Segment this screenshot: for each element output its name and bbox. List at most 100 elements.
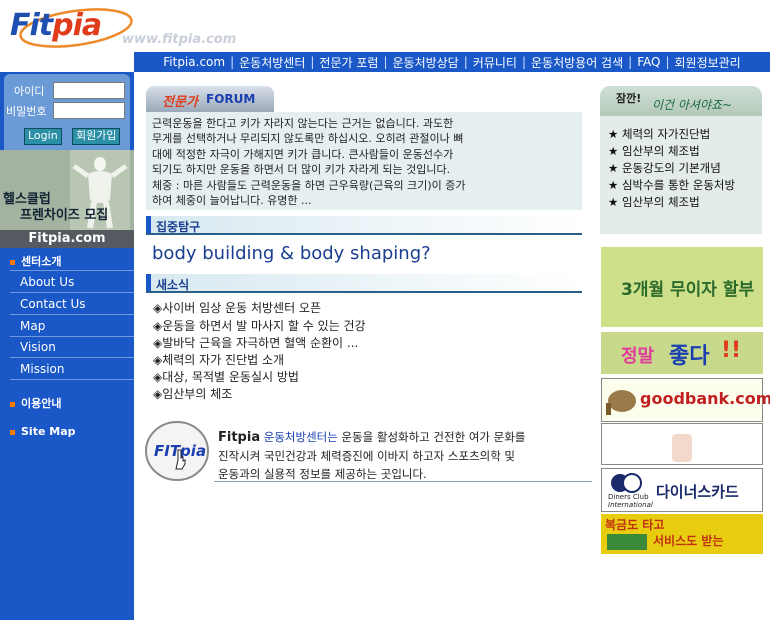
fitpia-badge-icon: FITpia bbox=[145, 421, 209, 481]
password-input[interactable] bbox=[53, 102, 125, 119]
sidebar-section-center-intro[interactable]: 센터소개 bbox=[10, 253, 61, 269]
nav-term-search[interactable]: 운동처방용어 검색 bbox=[526, 54, 628, 71]
ad-banner-blank[interactable] bbox=[601, 423, 763, 465]
section-marker bbox=[146, 274, 151, 292]
nav-exercise-center[interactable]: 운동처방센터 bbox=[234, 54, 310, 71]
news-item[interactable]: ◈대상, 목적별 운동실시 방법 bbox=[153, 368, 299, 385]
forum-line: 대에 적정한 자극이 가해지면 키가 큽니다. 큰사람들이 운동선수가 bbox=[152, 147, 454, 161]
news-header: 새소식 bbox=[146, 274, 582, 292]
fitpia-logo[interactable]: Fitpia bbox=[8, 4, 133, 52]
forum-tab-label-a: 전문가 bbox=[162, 95, 198, 110]
feature-title-link[interactable]: body building & body shaping? bbox=[152, 243, 431, 264]
elephant-icon bbox=[606, 390, 636, 415]
nav-community[interactable]: 커뮤니티 bbox=[468, 54, 522, 71]
signup-button[interactable]: 회원가입 bbox=[72, 128, 121, 145]
about-line1-rest: 운동을 활성화하고 건전한 여가 문화를 bbox=[341, 430, 526, 444]
bullet-icon bbox=[10, 429, 15, 435]
lottery-text-a: 복금도 타고 bbox=[605, 518, 665, 532]
tips-head-a: 잠깐! bbox=[616, 92, 642, 105]
tips-header: 잠깐! 이건 아셔야죠~ bbox=[600, 86, 762, 116]
login-button[interactable]: Login bbox=[24, 128, 62, 145]
nav-faq[interactable]: FAQ bbox=[632, 55, 665, 69]
sidebar-section-label: Site Map bbox=[21, 425, 76, 438]
really-good-text-c: !! bbox=[721, 338, 742, 363]
sidebar-link-about-us[interactable]: About Us bbox=[20, 275, 74, 289]
forum-line: 근력운동을 한다고 키가 자라지 않는다는 근거는 없습니다. 과도한 bbox=[152, 117, 454, 130]
section-marker bbox=[146, 216, 151, 234]
tip-item[interactable]: ★ 체력의 자가진단법 bbox=[608, 126, 710, 142]
divider bbox=[10, 292, 134, 293]
nav-expert-forum[interactable]: 전문가 포럼 bbox=[314, 54, 383, 71]
news-item[interactable]: ◈임산부의 체조 bbox=[153, 385, 232, 402]
lottery-service-banner[interactable]: 복금도 타고 서비스도 받는 bbox=[601, 514, 763, 554]
sidebar-link-vision[interactable]: Vision bbox=[20, 340, 56, 354]
sidebar-section-usage-guide[interactable]: 이용안내 bbox=[10, 395, 61, 411]
forum-tab[interactable]: 전문가 FORUM bbox=[146, 86, 274, 112]
money-stack-icon bbox=[607, 534, 647, 550]
really-good-text-b: 좋다 bbox=[669, 344, 710, 369]
nav-consultation[interactable]: 운동처방상담 bbox=[387, 54, 463, 71]
sidebar-section-label: 이용안내 bbox=[21, 397, 62, 410]
diners-club-logo-icon bbox=[611, 473, 642, 493]
sidebar-site-name: Fitpia.com bbox=[0, 230, 134, 248]
divider bbox=[10, 270, 134, 271]
site-url: www.fitpia.com bbox=[122, 32, 237, 47]
id-label: 아이디 bbox=[14, 85, 45, 98]
really-good-text-a: 정말 bbox=[621, 346, 655, 367]
feature-header: 집중탐구 bbox=[146, 216, 582, 234]
top-navigation: Fitpia.com | 운동처방센터 | 전문가 포럼 | 운동처방상담 | 커뮤니티… bbox=[134, 52, 770, 72]
logo-text-b: pia bbox=[52, 8, 102, 43]
goodbank-text: goodbank.com bbox=[640, 389, 770, 408]
bullet-icon bbox=[10, 259, 15, 265]
about-line-1: Fitpia 운동처방센터는 운동을 활성화하고 건전한 여가 문화를 bbox=[218, 428, 578, 447]
about-line-2: 진작시켜 국민건강과 체력증진에 이바지 하고자 스포츠의학 및 bbox=[218, 449, 516, 463]
about-name: Fitpia bbox=[218, 430, 261, 445]
tips-head-b: 이건 아셔야죠~ bbox=[652, 98, 733, 112]
diners-card-banner[interactable]: Diners Club International 다이너스카드 bbox=[601, 468, 763, 512]
password-label: 비밀번호 bbox=[6, 105, 47, 118]
nav-member-info[interactable]: 회원정보관리 bbox=[669, 54, 745, 71]
sidebar-section-label: 센터소개 bbox=[21, 255, 62, 268]
sidebar-section-site-map[interactable]: Site Map bbox=[10, 425, 75, 438]
tip-item[interactable]: ★ 심박수를 통한 운동처방 bbox=[608, 177, 735, 193]
diners-card-text: 다이너스카드 bbox=[656, 483, 739, 501]
franchise-promo-banner[interactable]: 헬스클럽 프렌차이즈 모집 bbox=[0, 150, 134, 230]
lottery-text-b: 서비스도 받는 bbox=[653, 534, 724, 548]
divider bbox=[146, 291, 582, 293]
tip-item[interactable]: ★ 임산부의 체조법 bbox=[608, 143, 700, 159]
promo-line2: 프렌차이즈 모집 bbox=[20, 208, 109, 223]
about-description: Fitpia 운동처방센터는 운동을 활성화하고 건전한 여가 문화를 진작시켜… bbox=[218, 428, 578, 483]
sidebar-link-contact-us[interactable]: Contact Us bbox=[20, 297, 86, 311]
divider bbox=[214, 481, 592, 482]
divider bbox=[10, 357, 134, 358]
tip-item[interactable]: ★ 운동강도의 기본개념 bbox=[608, 160, 721, 176]
forum-line: 하여 체중이 늘어납니다. 유명한 ... bbox=[152, 194, 312, 208]
news-item[interactable]: ◈운동을 하면서 발 마사지 할 수 있는 건강 bbox=[153, 317, 366, 334]
forum-line: 되기도 하지만 운동을 하면서 더 많이 키가 자라게 되는 것입니다. bbox=[152, 163, 451, 177]
nav-fitpia[interactable]: Fitpia.com bbox=[158, 55, 230, 69]
news-item[interactable]: ◈체력의 자가 진단법 소개 bbox=[153, 351, 284, 368]
forum-line: 체중 : 마른 사람들도 근력운동을 하면 근우육량(근육의 크기)이 증가 bbox=[152, 178, 466, 192]
sidebar-link-map[interactable]: Map bbox=[20, 319, 45, 333]
logo-wordmark: Fitpia bbox=[10, 8, 102, 43]
divider bbox=[10, 314, 134, 315]
divider bbox=[10, 379, 134, 380]
id-input[interactable] bbox=[53, 82, 125, 99]
news-item[interactable]: ◈사이버 임상 운동 처방센터 오픈 bbox=[153, 299, 321, 316]
bullet-icon bbox=[10, 401, 15, 407]
forum-tab-label-b: FORUM bbox=[206, 92, 256, 106]
diners-text-b: International bbox=[608, 501, 653, 509]
divider bbox=[146, 233, 582, 235]
really-good-banner[interactable]: 정말 좋다 !! bbox=[601, 332, 763, 374]
about-highlight: 운동처방센터는 bbox=[263, 430, 338, 444]
logo-text-a: Fit bbox=[10, 8, 53, 43]
divider bbox=[10, 336, 134, 337]
tip-item[interactable]: ★ 임산부의 체조법 bbox=[608, 194, 700, 210]
forum-line: 무게를 선택하거나 무리되지 않도록만 하십시오. 오히려 관절이나 뼈 bbox=[152, 132, 464, 146]
goodbank-banner[interactable]: goodbank.com bbox=[601, 378, 770, 422]
forum-excerpt[interactable]: 근력운동을 한다고 키가 자라지 않는다는 근거는 없습니다. 과도한 무게를 … bbox=[152, 116, 577, 208]
news-item[interactable]: ◈발바닥 근육을 자극하면 혈액 순환이 ... bbox=[153, 334, 358, 351]
installment-banner[interactable]: 3개월 무이자 할부 bbox=[601, 247, 763, 327]
sidebar-link-mission[interactable]: Mission bbox=[20, 362, 64, 376]
installment-banner-text: 3개월 무이자 할부 bbox=[621, 280, 755, 300]
